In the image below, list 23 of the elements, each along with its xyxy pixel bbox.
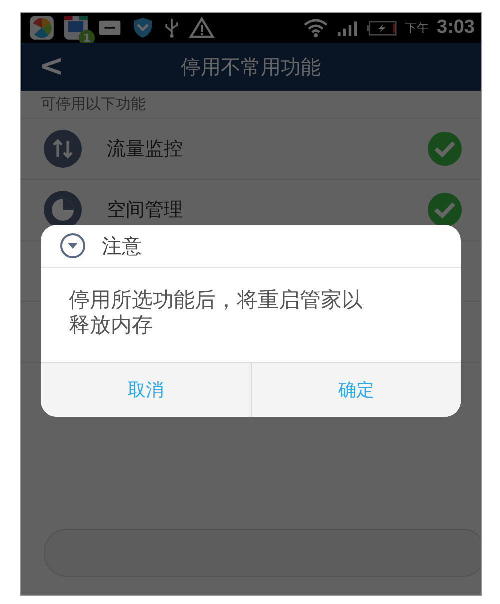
clock-period: 下午 [404,20,429,36]
section-label: 可停用以下功能 [21,91,481,119]
app-icon [29,15,55,41]
message-icon [97,20,123,36]
dropdown-circle-icon [60,233,86,259]
check-circle-icon[interactable] [427,192,463,228]
shield-icon [131,16,155,40]
back-button[interactable]: < [21,52,78,82]
dialog-button[interactable]: 确定 [250,363,461,417]
transfer-icon [43,129,83,169]
battery-icon [366,20,397,36]
signal-icon [336,19,359,37]
feature-name: 流量监控 [107,137,184,162]
wifi-icon [302,18,329,38]
page-title: 停用不常用功能 [181,54,321,80]
check-circle-icon[interactable] [427,131,463,167]
app-icon [63,15,89,41]
warning-icon [189,17,215,39]
action-button[interactable] [44,529,481,577]
clock-time: 3:03 [436,17,475,39]
usb-icon [163,17,181,39]
feature-row[interactable]: 流量监控 [21,119,481,180]
feature-name: 空间管理 [107,198,184,223]
